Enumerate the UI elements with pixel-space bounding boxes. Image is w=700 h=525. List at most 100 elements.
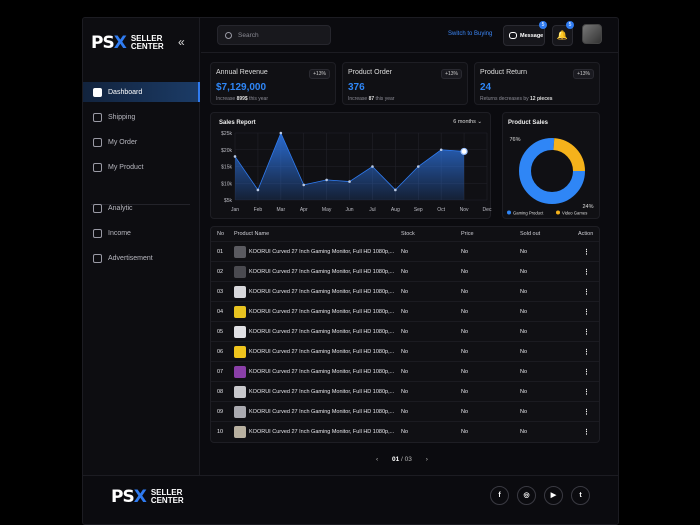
data-point [439, 148, 443, 152]
product-thumbnail [234, 385, 246, 398]
x-tick-label: Aug [391, 207, 400, 213]
x-tick-label: Apr [300, 207, 308, 213]
x-tick-label: Jun [346, 207, 354, 213]
stat-value: $7,129,000 [216, 82, 267, 93]
table-row[interactable]: 01 KOORUI Curved 27 Inch Gaming Monitor, … [211, 241, 599, 261]
more-actions-icon[interactable]: ⋮ [583, 362, 590, 381]
x-tick-label: Oct [437, 207, 445, 213]
switch-to-buying-link[interactable]: Switch to Buying [448, 31, 492, 37]
table-row[interactable]: 07 KOORUI Curved 27 Inch Gaming Monitor, … [211, 361, 599, 381]
footer-logo[interactable]: PSX SELLER CENTER [111, 487, 184, 507]
brand-logo[interactable]: PSX SELLER CENTER [91, 33, 164, 53]
cell-price: No [461, 348, 469, 355]
x-tick-label: Jul [369, 207, 375, 213]
table-row[interactable]: 05 KOORUI Curved 27 Inch Gaming Monitor, … [211, 321, 599, 341]
data-point [394, 188, 397, 192]
avatar[interactable] [582, 24, 602, 44]
collapse-sidebar-icon[interactable]: « [178, 35, 185, 49]
top-bar: Search Switch to Buying Message 5 🔔 5 [201, 18, 618, 53]
next-page-icon[interactable]: › [426, 456, 428, 463]
more-actions-icon[interactable]: ⋮ [583, 382, 590, 401]
more-actions-icon[interactable]: ⋮ [583, 402, 590, 421]
box-icon [93, 162, 102, 172]
legend-swatch-a [507, 210, 511, 215]
cell-sold: No [520, 368, 528, 375]
footer: PSX SELLER CENTER f ◎ ▶ t [83, 475, 618, 524]
col-stock: Stock [401, 231, 415, 237]
col-price: Price [461, 231, 474, 237]
seller-dashboard: PSX SELLER CENTER « Dashboard Shipping My O… [82, 17, 619, 525]
legend-label-b: Video Games [562, 211, 587, 216]
youtube-icon[interactable]: ▶ [544, 486, 563, 505]
current-page: 01 [391, 456, 400, 463]
data-point [233, 155, 237, 158]
data-point [371, 165, 374, 168]
more-actions-icon[interactable]: ⋮ [583, 302, 590, 321]
stat-title: Product Return [480, 69, 528, 76]
product-table: No Product Name Stock Price Sold out Act… [210, 226, 600, 443]
more-actions-icon[interactable]: ⋮ [583, 342, 590, 361]
bell-icon: 🔔 [556, 30, 569, 40]
product-thumbnail [234, 405, 246, 418]
stat-subtext: Increase 899$ this year [216, 96, 268, 102]
sidebar-item-my-order[interactable]: My Order [83, 132, 200, 152]
sidebar-item-shipping[interactable]: Shipping [83, 107, 200, 127]
sidebar-item-advertisement[interactable]: Advertisement [83, 248, 200, 268]
more-actions-icon[interactable]: ⋮ [583, 262, 590, 281]
message-button[interactable]: Message [503, 25, 545, 46]
more-actions-icon[interactable]: ⋮ [583, 322, 590, 341]
cell-price: No [461, 328, 469, 335]
pagination: ‹ 01 / 03 › [376, 456, 428, 463]
table-row[interactable]: 08 KOORUI Curved 27 Inch Gaming Monitor, … [211, 381, 599, 401]
data-point [348, 180, 351, 183]
pct-label-a: 76% [509, 137, 520, 143]
sidebar-item-label: My Product [108, 163, 144, 171]
more-actions-icon[interactable]: ⋮ [583, 422, 590, 441]
sidebar-item-analytic[interactable]: Analytic [83, 198, 200, 218]
search-input[interactable]: Search [217, 25, 331, 45]
cell-name: KOORUI Curved 27 Inch Gaming Monitor, Fu… [249, 428, 395, 435]
message-label: Message [520, 32, 544, 39]
table-row[interactable]: 06 KOORUI Curved 27 Inch Gaming Monitor, … [211, 341, 599, 361]
more-actions-icon[interactable]: ⋮ [583, 242, 590, 261]
table-row[interactable]: 04 KOORUI Curved 27 Inch Gaming Monitor, … [211, 301, 599, 321]
cell-price: No [461, 408, 469, 415]
logo-mark: PSX [91, 33, 127, 53]
table-row[interactable]: 10 KOORUI Curved 27 Inch Gaming Monitor, … [211, 421, 599, 441]
sidebar-item-my-product[interactable]: My Product [83, 157, 200, 177]
sidebar-item-income[interactable]: Income [83, 223, 200, 243]
cell-price: No [461, 288, 469, 295]
truck-icon [93, 112, 102, 122]
y-tick-label: $20k [221, 148, 232, 154]
table-row[interactable]: 09 KOORUI Curved 27 Inch Gaming Monitor, … [211, 401, 599, 421]
instagram-icon[interactable]: ◎ [517, 486, 536, 505]
facebook-icon[interactable]: f [490, 486, 509, 505]
product-thumbnail [234, 285, 246, 298]
x-tick-label: Nov [460, 207, 469, 213]
cell-sold: No [520, 248, 528, 255]
col-product-name: Product Name [234, 231, 270, 237]
sidebar-item-dashboard[interactable]: Dashboard [83, 82, 200, 102]
cell-stock: No [401, 328, 409, 335]
data-point [460, 147, 468, 156]
sales-report-card: Sales Report 6 months ⌄ $5k $10k $15k $20k $… [210, 112, 492, 219]
y-tick-label: $5k [224, 198, 233, 204]
prev-page-icon[interactable]: ‹ [376, 456, 378, 463]
table-row[interactable]: 02 KOORUI Curved 27 Inch Gaming Monitor, … [211, 261, 599, 281]
twitter-icon[interactable]: t [571, 486, 590, 505]
sales-area-chart: $5k $10k $15k $20k $25k Jan Feb Mar Apr May Jun Jul… [221, 131, 492, 213]
stat-card-orders: Product Order +13% 376 Increase 87 this … [342, 62, 468, 105]
cell-sold: No [520, 348, 528, 355]
table-row[interactable]: 03 KOORUI Curved 27 Inch Gaming Monitor, … [211, 281, 599, 301]
cell-no: 09 [217, 408, 224, 415]
more-actions-icon[interactable]: ⋮ [583, 282, 590, 301]
data-point [325, 178, 328, 182]
x-tick-label: Mar [277, 207, 286, 213]
cell-no: 08 [217, 388, 224, 395]
cell-price: No [461, 308, 469, 315]
stat-title: Annual Revenue [216, 69, 268, 76]
stat-value: 376 [348, 82, 365, 93]
logo-text: SELLER CENTER [130, 34, 164, 51]
cell-price: No [461, 248, 469, 255]
product-thumbnail [234, 425, 246, 438]
